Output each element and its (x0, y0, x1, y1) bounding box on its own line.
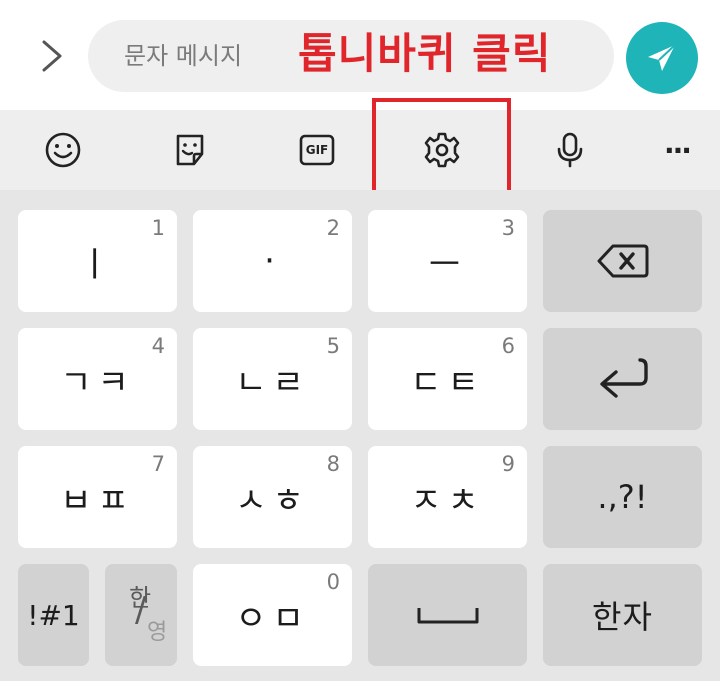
key-label: 한자 (592, 598, 653, 636)
backspace-icon (597, 244, 648, 278)
english-label: 영 (147, 620, 168, 645)
instruction-caption: 톱니바퀴 클릭 (298, 29, 552, 78)
key-1[interactable]: 1 ㅣ (18, 210, 177, 312)
backspace-key[interactable] (543, 210, 702, 312)
key-2[interactable]: 2 · (193, 210, 352, 312)
key-label: ㅅㅎ (235, 480, 310, 521)
emoji-icon (45, 132, 81, 168)
back-button[interactable] (30, 30, 74, 82)
key-label: ㅇㅁ (235, 598, 310, 639)
key-7[interactable]: 7 ㅂㅍ (18, 446, 177, 548)
message-placeholder: 문자 메시지 (124, 42, 243, 70)
key-label: ㄱㅋ (60, 362, 135, 403)
key-label: ㄷㅌ (410, 362, 485, 403)
keyboard-toolbar: GIF ··· (0, 110, 720, 190)
enter-key[interactable] (543, 328, 702, 430)
hanja-key[interactable]: 한자 (543, 564, 702, 666)
key-label: ㅡ (428, 244, 467, 285)
key-6[interactable]: 6 ㄷㅌ (368, 328, 527, 430)
language-slash: / (135, 590, 147, 630)
backspace-key-face (543, 210, 702, 312)
key-label: .,?! (597, 478, 648, 516)
punctuation-key[interactable]: .,?! (543, 446, 702, 548)
key-label: ㄴㄹ (235, 362, 310, 403)
enter-key-face (543, 328, 702, 430)
space-key-face (368, 564, 527, 666)
key-label: · (264, 241, 281, 281)
send-icon (648, 44, 676, 71)
more-button[interactable]: ··· (632, 110, 720, 190)
key-8[interactable]: 8 ㅅㅎ (193, 446, 352, 548)
key-3[interactable]: 3 ㅡ (368, 210, 527, 312)
emoji-button[interactable] (18, 110, 108, 190)
language-toggle-key[interactable]: 한 / 영 (105, 564, 177, 666)
key-5[interactable]: 5 ㄴㄹ (193, 328, 352, 430)
more-icon: ··· (664, 133, 692, 167)
symbols-key[interactable]: !#1 (18, 564, 89, 666)
key-label: ㅂㅍ (60, 480, 135, 521)
key-label: !#1 (27, 598, 80, 632)
voice-input-button[interactable] (525, 110, 615, 190)
space-key[interactable] (368, 564, 527, 666)
gif-label: GIF (305, 143, 329, 157)
enter-icon (599, 358, 648, 398)
key-label: ㅈㅊ (410, 480, 485, 521)
message-bar: 문자 메시지 톱니바퀴 클릭 (0, 0, 720, 110)
gif-button[interactable]: GIF (272, 110, 362, 190)
key-0[interactable]: 0 ㅇㅁ (193, 564, 352, 666)
sticker-button[interactable] (145, 110, 235, 190)
key-9[interactable]: 9 ㅈㅊ (368, 446, 527, 548)
key-label: ㅣ (78, 244, 117, 285)
keypad: 1 ㅣ 2 · 3 ㅡ 4 ㄱㅋ 5 ㄴㄹ 6 ㄷㅌ 7 ㅂㅍ 8 ㅅㅎ 9 ㅈ… (0, 190, 720, 681)
key-4[interactable]: 4 ㄱㅋ (18, 328, 177, 430)
chevron-right-icon (42, 40, 62, 72)
sticker-icon (176, 134, 204, 166)
space-icon (417, 608, 478, 624)
microphone-icon (557, 132, 583, 168)
send-button[interactable] (626, 22, 698, 94)
